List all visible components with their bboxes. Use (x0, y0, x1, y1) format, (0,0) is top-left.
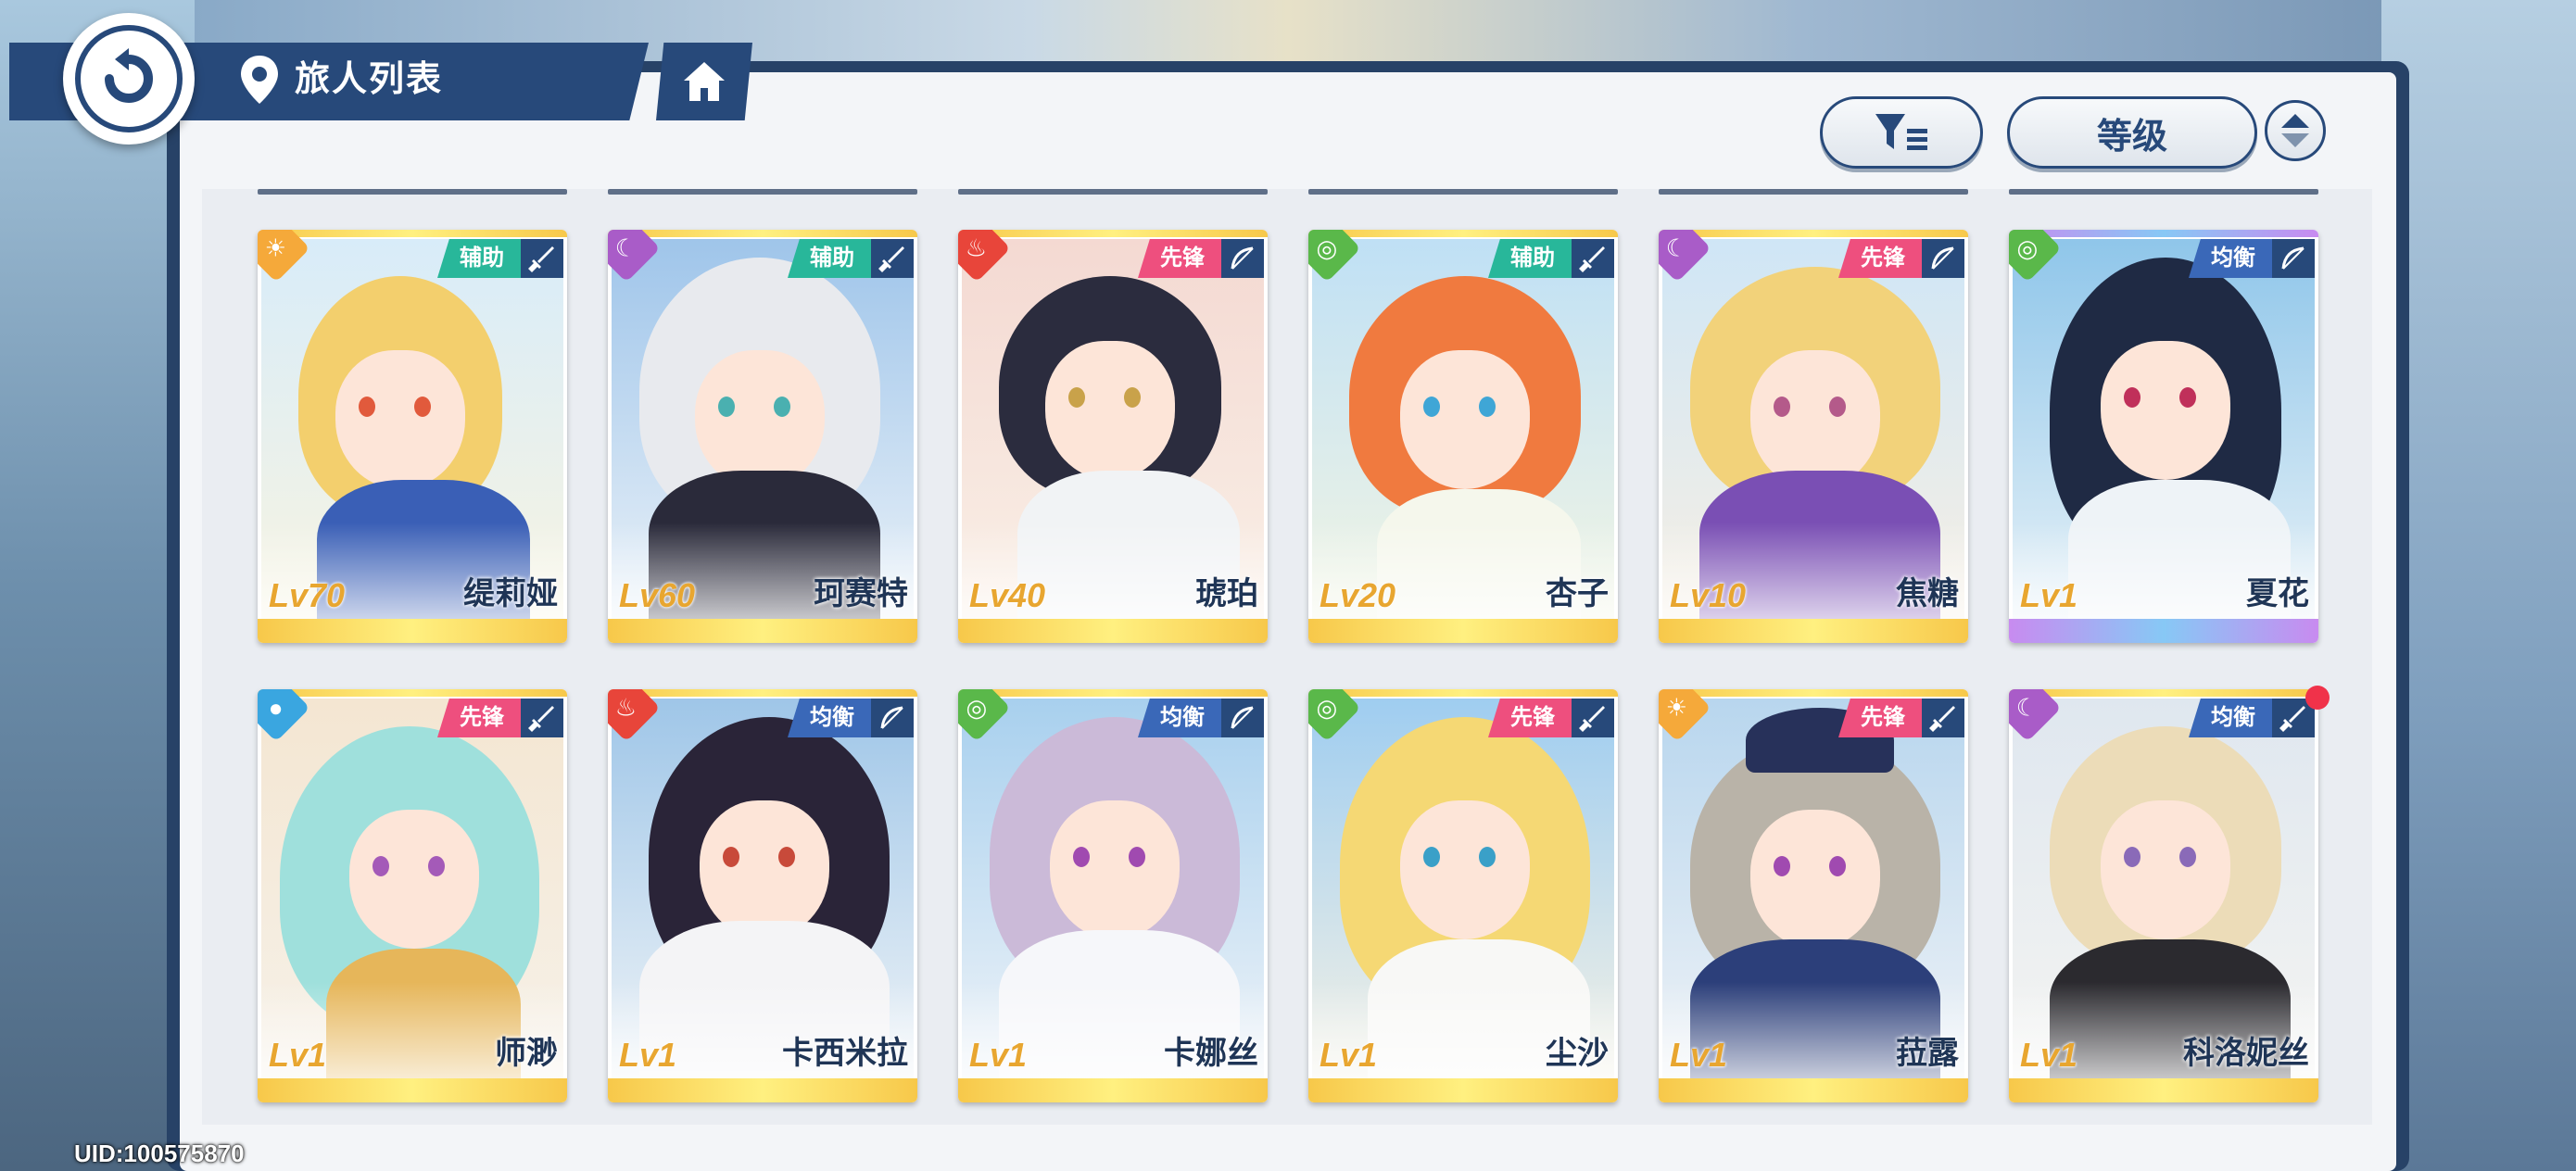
partial-card-strip (608, 189, 917, 195)
role-badge: 先锋 (1488, 699, 1573, 737)
character-card[interactable]: ● 先锋 Lv1 师渺 (258, 689, 567, 1102)
back-button[interactable] (63, 13, 195, 145)
role-badge: 均衡 (1138, 699, 1223, 737)
character-level: Lv1 (269, 1036, 327, 1074)
character-name: 夏花 (2246, 576, 2309, 611)
home-icon (684, 62, 725, 101)
filter-icon (1875, 114, 1927, 150)
bow-icon (2272, 239, 2315, 278)
role-badge: 辅助 (788, 239, 873, 278)
character-name: 科洛妮丝 (2183, 1036, 2309, 1071)
role-badge: 先锋 (1838, 239, 1924, 278)
background-right (2381, 0, 2576, 1171)
sword-icon (1572, 239, 1614, 278)
character-level: Lv1 (2020, 576, 2078, 614)
role-badge: 辅助 (437, 239, 523, 278)
sort-dropdown[interactable]: 等级 (2007, 96, 2257, 169)
back-arrow-icon (105, 48, 153, 103)
role-badge: 辅助 (1488, 239, 1573, 278)
character-level: Lv20 (1320, 576, 1396, 614)
uid-label: UID:100575870 (74, 1140, 245, 1167)
location-pin-icon (241, 56, 278, 104)
sword-icon (1922, 699, 1964, 737)
bow-icon (871, 699, 914, 737)
sword-icon (521, 239, 563, 278)
character-level: Lv1 (1670, 1036, 1728, 1074)
role-badge: 先锋 (1138, 239, 1223, 278)
role-badge: 先锋 (437, 699, 523, 737)
sword-icon (871, 239, 914, 278)
role-badge: 均衡 (788, 699, 873, 737)
partial-card-strip (258, 189, 567, 195)
character-name: 杏子 (1546, 576, 1609, 611)
home-button[interactable] (656, 43, 752, 120)
background-left (0, 0, 195, 1171)
role-badge: 先锋 (1838, 699, 1924, 737)
character-card[interactable]: ◎ 辅助 Lv20 杏子 (1308, 230, 1618, 643)
character-level: Lv70 (269, 576, 346, 614)
character-name: 师渺 (495, 1036, 558, 1071)
partial-card-strip (1308, 189, 1618, 195)
character-name: 尘沙 (1546, 1036, 1609, 1071)
bow-icon (1922, 239, 1964, 278)
character-card[interactable]: ◎ 均衡 Lv1 夏花 (2009, 230, 2318, 643)
character-level: Lv1 (619, 1036, 677, 1074)
sword-icon (521, 699, 563, 737)
sort-order-toggle[interactable] (2265, 100, 2326, 161)
page-title: 旅人列表 (295, 60, 444, 99)
character-name: 焦糖 (1896, 576, 1959, 611)
role-badge: 均衡 (2189, 699, 2274, 737)
character-card[interactable]: ◎ 均衡 Lv1 卡娜丝 (958, 689, 1268, 1102)
character-card[interactable]: ☾ 辅助 Lv60 珂赛特 (608, 230, 917, 643)
character-name: 珂赛特 (814, 576, 908, 611)
bow-icon (1221, 699, 1264, 737)
character-card[interactable]: ♨ 先锋 Lv40 琥珀 (958, 230, 1268, 643)
partial-card-strip (958, 189, 1268, 195)
character-card[interactable]: ☀ 辅助 Lv70 缇莉娅 (258, 230, 567, 643)
character-card[interactable]: ☾ 先锋 Lv10 焦糖 (1659, 230, 1968, 643)
sort-order-icon (2281, 114, 2309, 147)
character-name: 琥珀 (1195, 576, 1258, 611)
character-level: Lv1 (1320, 1036, 1378, 1074)
character-level: Lv60 (619, 576, 696, 614)
partial-card-strip (2009, 189, 2318, 195)
character-level: Lv40 (969, 576, 1046, 614)
character-level: Lv1 (2020, 1036, 2078, 1074)
bow-icon (1221, 239, 1264, 278)
character-level: Lv1 (969, 1036, 1028, 1074)
filter-button[interactable] (1820, 96, 1983, 169)
character-name: 缇莉娅 (463, 576, 558, 611)
character-card[interactable]: ♨ 均衡 Lv1 卡西米拉 (608, 689, 917, 1102)
character-level: Lv10 (1670, 576, 1747, 614)
role-badge: 均衡 (2189, 239, 2274, 278)
notification-dot (2305, 686, 2330, 710)
character-card[interactable]: ☾ 均衡 Lv1 科洛妮丝 (2009, 689, 2318, 1102)
sword-icon (1572, 699, 1614, 737)
partial-card-strip (1659, 189, 1968, 195)
character-card[interactable]: ☀ 先锋 Lv1 菈露 (1659, 689, 1968, 1102)
character-card[interactable]: ◎ 先锋 Lv1 尘沙 (1308, 689, 1618, 1102)
character-name: 卡娜丝 (1164, 1036, 1258, 1071)
character-name: 菈露 (1896, 1036, 1959, 1071)
character-name: 卡西米拉 (782, 1036, 908, 1071)
